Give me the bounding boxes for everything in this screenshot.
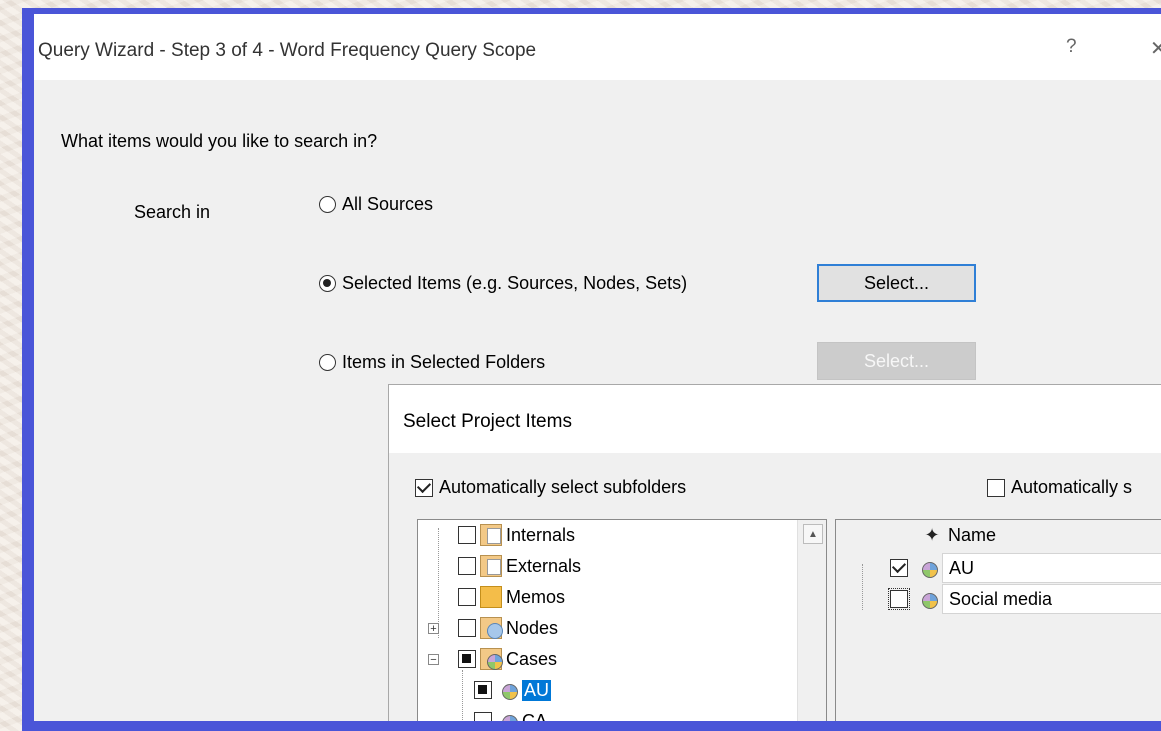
grid-icon-au [916,553,942,583]
select-items-button[interactable]: Select... [817,264,976,302]
tree-scrollbar[interactable]: ▲ [797,520,826,721]
radio-button[interactable] [319,275,336,292]
grid-row-au[interactable]: AU [942,553,1161,583]
tree-line [462,670,463,721]
checkbox[interactable] [415,478,433,497]
checkbox-label: Automatically select subfolders [439,477,687,497]
tree-item-externals[interactable]: Externals [432,551,581,581]
tree-item-label: Cases [506,648,558,669]
checkbox[interactable] [987,478,1005,497]
query-wizard-window: Query Wizard - Step 3 of 4 - Word Freque… [22,8,1161,731]
grid-tree-line [862,564,863,610]
pin-column-header: ✦ [920,520,944,550]
memos-folder-icon [480,586,502,608]
query-wizard-body: Query Wizard - Step 3 of 4 - Word Freque… [34,14,1161,721]
dialog-title: Select Project Items [403,411,572,432]
name-column-header[interactable]: Name [948,520,996,550]
cases-folder-icon [480,648,503,670]
scroll-up-icon[interactable]: ▲ [803,524,823,544]
checkbox[interactable] [890,559,908,577]
select-folders-button[interactable]: Select... [817,342,976,380]
radio-button[interactable] [319,196,336,213]
tree-item-memos[interactable]: Memos [432,582,565,612]
checkbox[interactable] [458,557,476,575]
case-icon [496,679,518,701]
pin-icon: ✦ [924,524,940,545]
grid-cell-name: Social media [949,588,1053,609]
checkbox[interactable] [474,712,492,721]
auto-select-checkbox[interactable]: Automatically s [987,477,1132,498]
internals-folder-icon [480,524,502,546]
checkbox-label: Automatically s [1011,477,1133,497]
tree-item-label: CA [522,710,548,722]
case-icon [916,557,938,579]
tree-item-label: Memos [506,586,566,607]
tree-item-ca[interactable]: CA [474,706,547,721]
scope-question: What items would you like to search in? [61,131,378,151]
nodes-folder-icon [480,617,503,639]
close-icon[interactable]: ✕ [1150,36,1161,61]
radio-items-in-selected-folders[interactable]: Items in Selected Folders [319,352,545,373]
grid-icon-social-media [916,584,942,614]
tree-item-nodes[interactable]: + Nodes [428,613,558,643]
tree-item-label: Internals [506,524,576,545]
folder-tree[interactable]: Internals Externals Memos + Nodes − Case… [417,519,827,721]
tree-item-cases[interactable]: − Cases [428,644,557,674]
tree-item-au[interactable]: AU [474,675,552,705]
radio-button[interactable] [319,354,336,371]
checkbox[interactable] [474,681,492,699]
radio-all-sources[interactable]: All Sources [319,194,433,215]
checkbox[interactable] [458,619,476,637]
checkbox[interactable] [458,650,476,668]
radio-selected-items[interactable]: Selected Items (e.g. Sources, Nodes, Set… [319,273,687,294]
tree-item-internals[interactable]: Internals [432,520,575,550]
search-in-label: Search in [134,202,211,222]
externals-folder-icon [480,555,502,577]
window-title: Query Wizard - Step 3 of 4 - Word Freque… [38,40,537,61]
tree-item-label: Nodes [506,617,559,638]
items-grid[interactable]: ✦ Name AU Social media [835,519,1161,721]
grid-row-social-media[interactable]: Social media [942,584,1161,614]
grid-checkbox-au[interactable] [882,553,916,583]
tree-item-label: AU [522,679,552,701]
grid-cell-name: AU [949,557,975,578]
select-project-items-dialog: Select Project Items Automatically selec… [388,384,1161,721]
collapse-icon[interactable]: − [428,653,439,665]
dialog-title-bar: Select Project Items [389,385,1161,453]
tree-item-label: Externals [506,555,582,576]
radio-label: All Sources [342,194,434,214]
help-icon[interactable]: ? [1066,36,1077,58]
radio-label: Selected Items (e.g. Sources, Nodes, Set… [342,273,688,293]
checkbox[interactable] [458,526,476,544]
case-icon [496,710,518,721]
case-icon [916,588,938,610]
expand-icon[interactable]: + [428,622,439,634]
checkbox[interactable] [888,588,910,610]
grid-checkbox-social-media[interactable] [882,584,916,614]
checkbox[interactable] [458,588,476,606]
auto-select-subfolders-checkbox[interactable]: Automatically select subfolders [415,477,686,498]
title-bar: Query Wizard - Step 3 of 4 - Word Freque… [34,14,1161,80]
radio-label: Items in Selected Folders [342,352,546,372]
